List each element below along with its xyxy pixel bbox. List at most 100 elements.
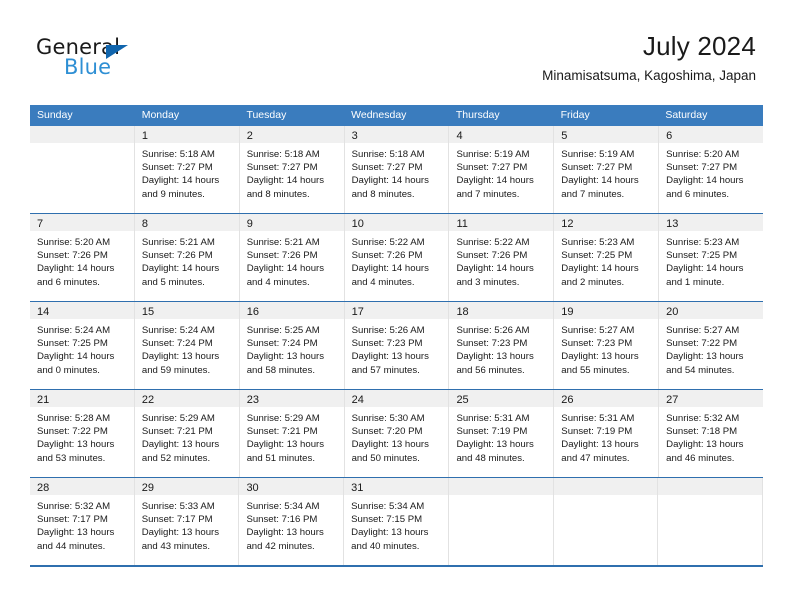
day-number-band: 31 [344,478,448,495]
day-number-band: 27 [659,390,764,407]
day-details: Sunrise: 5:23 AM Sunset: 7:25 PM Daylight:… [659,231,763,289]
day-details: Sunrise: 5:18 AM Sunset: 7:27 PM Daylight:… [135,143,239,201]
daylight-text-line1: Daylight: 13 hours [246,527,324,539]
calendar-day-cell[interactable]: 24 Sunrise: 5:30 AM Sunset: 7:20 PM Dayligh… [344,390,450,477]
day-details: Sunrise: 5:25 AM Sunset: 7:24 PM Daylight:… [240,319,344,377]
daylight-text-line1: Daylight: 14 hours [351,175,429,187]
daylight-text-line2: and 1 minute. [666,276,725,288]
day-number: 15 [141,306,155,318]
sunrise-text: Sunrise: 5:18 AM [246,149,320,160]
day-number: 18 [456,306,469,318]
sunrise-text: Sunrise: 5:19 AM [561,149,635,160]
daylight-text-line2: and 7 minutes. [561,188,625,200]
calendar-day-cell[interactable]: 5 Sunrise: 5:19 AM Sunset: 7:27 PM Daylight… [554,126,660,213]
calendar-day-cell[interactable]: 13 Sunrise: 5:23 AM Sunset: 7:25 PM Dayligh… [659,214,764,301]
calendar-day-cell[interactable]: 6 Sunrise: 5:20 AM Sunset: 7:27 PM Daylight… [659,126,764,213]
sunrise-text: Sunrise: 5:26 AM [456,325,530,336]
sunrise-text: Sunrise: 5:32 AM [666,413,740,424]
day-number: 28 [37,482,50,494]
weekday-header-wednesday: Wednesday [351,109,407,121]
calendar-day-cell[interactable]: 23 Sunrise: 5:29 AM Sunset: 7:21 PM Dayligh… [239,390,345,477]
calendar-day-cell[interactable]: 30 Sunrise: 5:34 AM Sunset: 7:16 PM Dayligh… [239,478,345,565]
weekday-header-monday: Monday [141,109,180,121]
calendar-day-cell[interactable]: 12 Sunrise: 5:23 AM Sunset: 7:25 PM Dayligh… [554,214,660,301]
calendar-cell-empty [448,478,554,565]
day-number: 19 [561,306,574,318]
sunset-text: Sunset: 7:19 PM [561,426,633,438]
sunrise-text: Sunrise: 5:28 AM [37,413,111,424]
weekday-header-row: Sunday Monday Tuesday Wednesday Thursday Frid… [30,105,763,126]
sunset-text: Sunset: 7:22 PM [666,338,738,350]
calendar-day-cell[interactable]: 4 Sunrise: 5:19 AM Sunset: 7:27 PM Daylight… [449,126,555,213]
calendar-day-cell[interactable]: 27 Sunrise: 5:32 AM Sunset: 7:18 PM Dayligh… [659,390,764,477]
day-number-band: 8 [134,214,239,231]
day-number-band: 23 [239,390,344,407]
calendar-day-cell[interactable]: 7 Sunrise: 5:20 AM Sunset: 7:26 PM Daylight… [30,214,135,301]
calendar-day-cell[interactable]: 11 Sunrise: 5:22 AM Sunset: 7:26 PM Dayligh… [449,214,555,301]
day-number: 31 [351,482,364,494]
weekday-header-tuesday: Tuesday [246,109,287,121]
sunset-text: Sunset: 7:15 PM [351,514,423,526]
calendar-day-cell[interactable]: 9 Sunrise: 5:21 AM Sunset: 7:26 PM Daylight… [239,214,345,301]
sunset-text: Sunset: 7:26 PM [246,250,318,262]
weekday-header-saturday: Saturday [665,109,708,121]
calendar-week-row: 28 Sunrise: 5:32 AM Sunset: 7:17 PM Dayligh… [30,477,764,567]
page-subtitle: Minamisatsuma, Kagoshima, Japan [542,68,756,83]
calendar-week-row: 7 Sunrise: 5:20 AM Sunset: 7:26 PM Daylight… [30,213,764,301]
calendar-day-cell[interactable]: 21 Sunrise: 5:28 AM Sunset: 7:22 PM Dayligh… [30,390,135,477]
calendar-day-cell[interactable]: 29 Sunrise: 5:33 AM Sunset: 7:17 PM Dayligh… [134,478,240,565]
calendar-day-cell[interactable]: 22 Sunrise: 5:29 AM Sunset: 7:21 PM Dayligh… [134,390,240,477]
calendar-day-cell[interactable]: 16 Sunrise: 5:25 AM Sunset: 7:24 PM Dayligh… [239,302,345,389]
daylight-text-line1: Daylight: 14 hours [37,263,115,275]
sunrise-text: Sunrise: 5:23 AM [561,237,635,248]
daylight-text-line2: and 58 minutes. [246,364,315,376]
general-blue-logo[interactable]: General Blue [36,36,156,82]
calendar-day-cell[interactable]: 28 Sunrise: 5:32 AM Sunset: 7:17 PM Dayligh… [30,478,135,565]
day-details: Sunrise: 5:33 AM Sunset: 7:17 PM Daylight:… [135,495,239,553]
daylight-text-line1: Daylight: 13 hours [456,439,534,451]
day-number-band: 1 [134,126,239,143]
day-details: Sunrise: 5:26 AM Sunset: 7:23 PM Daylight:… [449,319,553,377]
day-number: 11 [456,218,468,230]
day-details: Sunrise: 5:31 AM Sunset: 7:19 PM Daylight:… [554,407,658,465]
calendar-day-cell[interactable]: 15 Sunrise: 5:24 AM Sunset: 7:24 PM Dayligh… [134,302,240,389]
day-number-band: 16 [239,302,344,319]
calendar-week-row: 21 Sunrise: 5:28 AM Sunset: 7:22 PM Dayligh… [30,389,764,477]
calendar-day-cell[interactable]: 17 Sunrise: 5:26 AM Sunset: 7:23 PM Dayligh… [344,302,450,389]
calendar-day-cell[interactable]: 18 Sunrise: 5:26 AM Sunset: 7:23 PM Dayligh… [449,302,555,389]
daylight-text-line2: and 44 minutes. [37,540,106,552]
day-details: Sunrise: 5:28 AM Sunset: 7:22 PM Daylight:… [30,407,134,465]
sunset-text: Sunset: 7:25 PM [561,250,633,262]
day-number-band [658,478,763,495]
sunrise-text: Sunrise: 5:27 AM [561,325,635,336]
daylight-text-line1: Daylight: 14 hours [561,263,639,275]
calendar-day-cell[interactable]: 2 Sunrise: 5:18 AM Sunset: 7:27 PM Daylight… [239,126,345,213]
day-number: 4 [456,130,463,142]
daylight-text-line2: and 6 minutes. [666,188,730,200]
calendar-week-row: 1 Sunrise: 5:18 AM Sunset: 7:27 PM Daylight… [30,126,764,213]
calendar-day-cell[interactable]: 3 Sunrise: 5:18 AM Sunset: 7:27 PM Daylight… [344,126,450,213]
day-number: 26 [561,394,574,406]
sunrise-text: Sunrise: 5:19 AM [456,149,530,160]
day-number: 30 [246,482,259,494]
daylight-text-line1: Daylight: 14 hours [37,351,115,363]
daylight-text-line1: Daylight: 13 hours [666,351,744,363]
calendar-cell-empty [553,478,659,565]
calendar-day-cell[interactable]: 14 Sunrise: 5:24 AM Sunset: 7:25 PM Dayligh… [30,302,135,389]
daylight-text-line1: Daylight: 13 hours [246,351,325,363]
daylight-text-line2: and 54 minutes. [666,364,735,376]
calendar-day-cell[interactable]: 10 Sunrise: 5:22 AM Sunset: 7:26 PM Dayligh… [344,214,450,301]
day-details: Sunrise: 5:20 AM Sunset: 7:26 PM Daylight:… [30,231,134,289]
daylight-text-line1: Daylight: 13 hours [561,351,639,363]
day-number: 1 [141,130,148,142]
calendar-day-cell[interactable]: 19 Sunrise: 5:27 AM Sunset: 7:23 PM Dayligh… [554,302,660,389]
calendar-day-cell[interactable]: 26 Sunrise: 5:31 AM Sunset: 7:19 PM Dayligh… [554,390,660,477]
calendar-day-cell[interactable]: 8 Sunrise: 5:21 AM Sunset: 7:26 PM Daylight… [134,214,240,301]
day-number: 23 [246,394,259,406]
day-details: Sunrise: 5:21 AM Sunset: 7:26 PM Daylight:… [135,231,239,289]
calendar-day-cell[interactable]: 1 Sunrise: 5:18 AM Sunset: 7:27 PM Daylight… [134,126,240,213]
calendar-day-cell[interactable]: 20 Sunrise: 5:27 AM Sunset: 7:22 PM Dayligh… [659,302,764,389]
calendar-day-cell[interactable]: 31 Sunrise: 5:34 AM Sunset: 7:15 PM Dayligh… [344,478,449,565]
daylight-text-line1: Daylight: 14 hours [246,263,325,275]
calendar-day-cell[interactable]: 25 Sunrise: 5:31 AM Sunset: 7:19 PM Dayligh… [449,390,555,477]
